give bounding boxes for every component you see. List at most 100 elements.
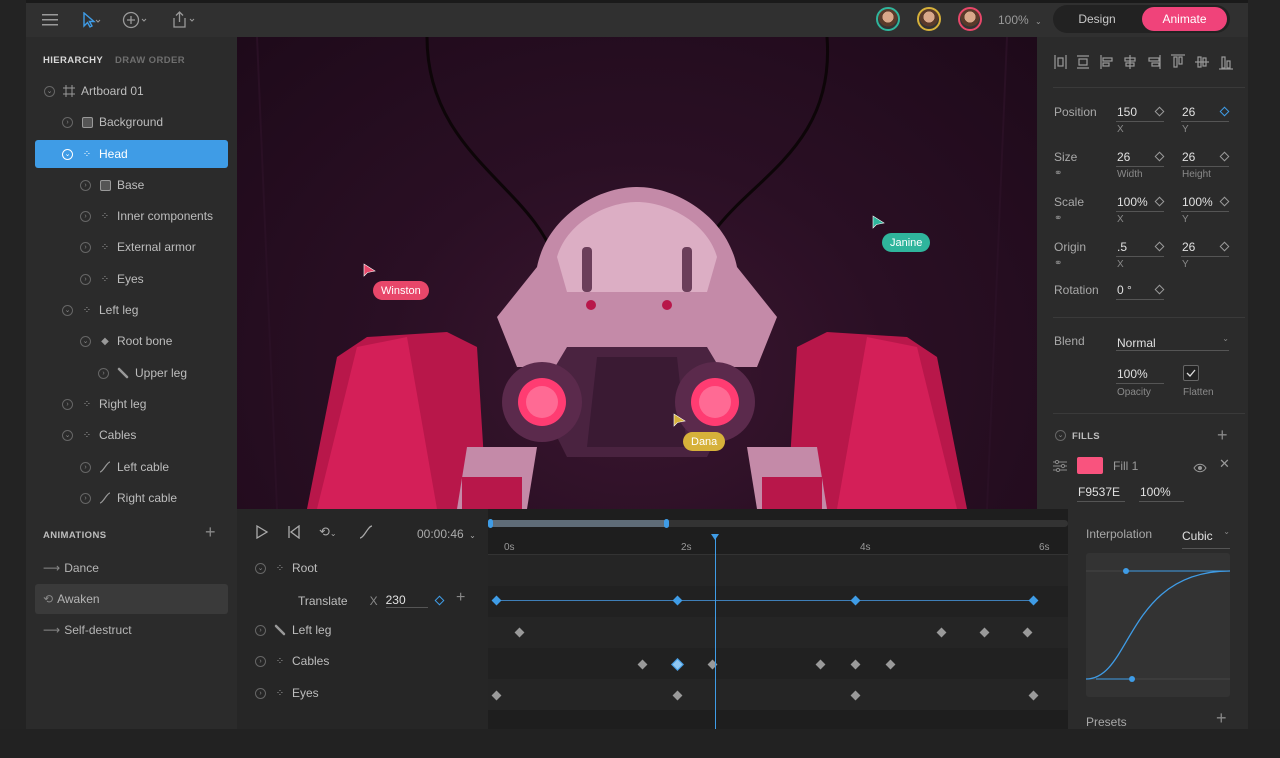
- chevron-down-icon[interactable]: ⌄: [80, 335, 91, 347]
- loop-mode-icon[interactable]: ⟲⌄: [319, 524, 337, 540]
- chevron-right-icon[interactable]: ›: [255, 655, 266, 667]
- interpolation-dropdown[interactable]: Cubic ⌄: [1182, 527, 1230, 549]
- playhead[interactable]: [715, 536, 716, 729]
- animation-item-dance[interactable]: ⟶ Dance: [35, 553, 228, 583]
- tree-item-right-cable[interactable]: › Right cable: [80, 484, 229, 512]
- tree-item-background[interactable]: › Background: [62, 108, 229, 136]
- add-fill-icon[interactable]: +: [1217, 425, 1228, 446]
- skip-back-icon[interactable]: [287, 524, 301, 544]
- fill-opacity-field[interactable]: 100%: [1140, 485, 1171, 499]
- chevron-right-icon[interactable]: ›: [80, 179, 91, 191]
- origin-x-field[interactable]: .5: [1117, 240, 1127, 254]
- remove-fill-icon[interactable]: ✕: [1219, 456, 1230, 472]
- keyframe-icon[interactable]: [1219, 241, 1230, 252]
- tree-item-head[interactable]: ⌄ ⁘ Head: [35, 140, 228, 168]
- timeline-row-root[interactable]: ⌄ ⁘ Root: [255, 561, 317, 575]
- keyframe-icon[interactable]: [1154, 106, 1165, 117]
- chevron-right-icon[interactable]: ›: [80, 273, 91, 285]
- height-field[interactable]: 26: [1182, 150, 1195, 164]
- tree-item-base[interactable]: › Base: [80, 171, 229, 199]
- chevron-right-icon[interactable]: ›: [255, 687, 266, 699]
- position-x-field[interactable]: 150: [1117, 105, 1137, 119]
- add-tool-icon[interactable]: [120, 9, 152, 31]
- tree-item-cables[interactable]: ⌄ ⁘ Cables: [62, 421, 229, 449]
- timeline-track-area[interactable]: 0s 2s 4s 6s: [488, 509, 1068, 729]
- chevron-right-icon[interactable]: ›: [255, 624, 266, 636]
- time-display[interactable]: 00:00:46 ⌄: [417, 527, 476, 541]
- timeline-row-cables[interactable]: › ⁘ Cables: [255, 654, 329, 668]
- animation-item-awaken[interactable]: ⟲ Awaken: [35, 584, 228, 614]
- keyframe-icon[interactable]: [1219, 106, 1230, 117]
- link-icon[interactable]: ⚭: [1054, 168, 1062, 179]
- chevron-right-icon[interactable]: ›: [98, 367, 109, 379]
- tree-item-external-armor[interactable]: › ⁘ External armor: [80, 233, 229, 261]
- align-toolbar[interactable]: [1053, 53, 1243, 73]
- design-mode-button[interactable]: Design: [1057, 7, 1137, 31]
- scale-x-field[interactable]: 100%: [1117, 195, 1148, 209]
- fill-hex-field[interactable]: F9537E: [1078, 485, 1120, 499]
- fill-color-swatch[interactable]: [1077, 457, 1103, 474]
- collaborator-avatar-janine[interactable]: [876, 7, 900, 31]
- tree-item-root-bone[interactable]: ⌄ ◆ Root bone: [80, 327, 229, 355]
- chevron-down-icon[interactable]: ⌄: [62, 148, 73, 160]
- add-animation-icon[interactable]: +: [205, 522, 216, 543]
- export-icon[interactable]: [168, 9, 200, 31]
- origin-y-field[interactable]: 26: [1182, 240, 1195, 254]
- tree-item-eyes[interactable]: › ⁘ Eyes: [80, 265, 229, 293]
- link-icon[interactable]: ⚭: [1054, 258, 1062, 269]
- timeline-scroll-thumb[interactable]: [490, 520, 668, 527]
- width-field[interactable]: 26: [1117, 150, 1130, 164]
- tab-draw-order[interactable]: DRAW ORDER: [115, 55, 185, 66]
- fill-settings-icon[interactable]: [1053, 459, 1067, 477]
- play-icon[interactable]: [255, 524, 269, 544]
- collaborator-avatar-dana[interactable]: [917, 7, 941, 31]
- keyframe-icon[interactable]: [1219, 151, 1230, 162]
- flatten-checkbox[interactable]: [1183, 365, 1199, 381]
- chevron-down-icon[interactable]: ⌄: [255, 562, 266, 574]
- tree-item-upper-leg[interactable]: › Upper leg: [98, 359, 229, 387]
- scale-y-field[interactable]: 100%: [1182, 195, 1213, 209]
- tree-item-inner-components[interactable]: › ⁘ Inner components: [80, 202, 229, 230]
- zoom-dropdown[interactable]: 100% ⌄: [998, 13, 1042, 27]
- translate-value-field[interactable]: 230: [385, 593, 428, 608]
- chevron-right-icon[interactable]: ›: [80, 492, 91, 504]
- rotation-field[interactable]: 0 °: [1117, 283, 1132, 297]
- collaborator-avatar-winston[interactable]: [958, 7, 982, 31]
- keyframe-icon[interactable]: [1154, 196, 1165, 207]
- chevron-right-icon[interactable]: ›: [80, 210, 91, 222]
- curve-editor[interactable]: [1086, 553, 1230, 697]
- chevron-down-icon[interactable]: ⌄: [62, 304, 73, 316]
- chevron-down-icon[interactable]: ⌄: [1055, 430, 1066, 441]
- chevron-down-icon[interactable]: ⌄: [44, 85, 55, 97]
- animation-item-self-destruct[interactable]: ⟶ Self-destruct: [35, 615, 228, 645]
- keyframe-icon[interactable]: [434, 595, 445, 606]
- link-icon[interactable]: ⚭: [1054, 213, 1062, 224]
- chevron-down-icon[interactable]: ⌄: [62, 429, 73, 441]
- timeline-row-left-leg[interactable]: › Left leg: [255, 623, 331, 637]
- keyframe-icon[interactable]: [1154, 241, 1165, 252]
- scroll-thumb-end-handle[interactable]: [664, 519, 669, 528]
- curve-icon[interactable]: [359, 525, 373, 544]
- select-tool-icon[interactable]: [78, 10, 104, 30]
- chevron-right-icon[interactable]: ›: [62, 116, 73, 128]
- keyframe-icon[interactable]: [1154, 284, 1165, 295]
- tab-hierarchy[interactable]: HIERARCHY: [43, 55, 103, 66]
- add-preset-icon[interactable]: +: [1216, 708, 1227, 729]
- tree-item-artboard[interactable]: ⌄ Artboard 01: [44, 77, 229, 105]
- playhead-handle[interactable]: [711, 534, 719, 540]
- visibility-eye-icon[interactable]: [1193, 460, 1207, 478]
- chevron-right-icon[interactable]: ›: [62, 398, 73, 410]
- tree-item-left-leg[interactable]: ⌄ ⁘ Left leg: [62, 296, 229, 324]
- artboard-canvas[interactable]: Winston Janine Dana: [237, 37, 1037, 509]
- keyframe-icon[interactable]: [1219, 196, 1230, 207]
- add-property-icon[interactable]: +: [456, 589, 465, 607]
- chevron-right-icon[interactable]: ›: [80, 241, 91, 253]
- opacity-field[interactable]: 100%: [1117, 367, 1148, 381]
- animate-mode-button[interactable]: Animate: [1142, 7, 1227, 31]
- menu-icon[interactable]: [38, 10, 62, 30]
- position-y-field[interactable]: 26: [1182, 105, 1195, 119]
- chevron-right-icon[interactable]: ›: [80, 461, 91, 473]
- keyframe-icon[interactable]: [1154, 151, 1165, 162]
- scroll-thumb-start-handle[interactable]: [488, 519, 493, 528]
- timeline-row-eyes[interactable]: › ⁘ Eyes: [255, 686, 319, 700]
